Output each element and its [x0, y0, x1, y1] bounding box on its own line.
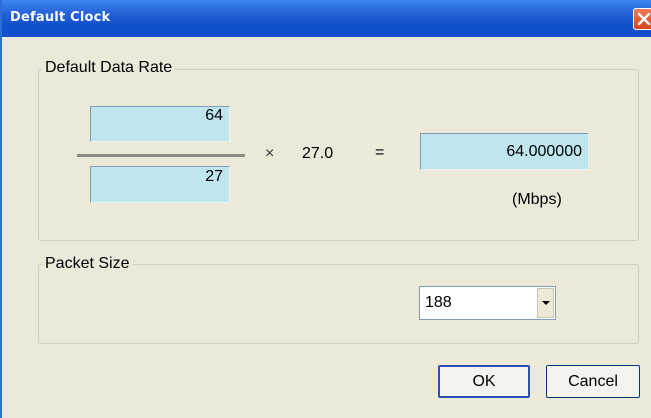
close-button[interactable]: [633, 8, 651, 30]
denominator-value: 27: [205, 168, 223, 185]
title-bar[interactable]: Default Clock: [2, 0, 651, 37]
result-field: 64.000000: [420, 133, 589, 170]
denominator-field[interactable]: 27: [90, 166, 230, 203]
ok-button[interactable]: OK: [438, 365, 530, 398]
equals-sign: =: [375, 144, 385, 161]
packet-size-value: 188: [425, 294, 452, 311]
dialog-window: Default Clock Default Data Rate 64 27 × …: [0, 0, 651, 418]
multiplier-value: 27.0: [302, 145, 334, 162]
window-title: Default Clock: [10, 10, 111, 25]
close-icon: [637, 12, 651, 26]
result-value: 64.000000: [506, 143, 582, 160]
default-data-rate-label: Default Data Rate: [42, 59, 176, 77]
unit-label: (Mbps): [512, 191, 562, 208]
packet-size-dropdown-button[interactable]: [537, 288, 554, 318]
multiply-sign: ×: [265, 145, 275, 162]
numerator-value: 64: [205, 107, 223, 124]
chevron-down-icon: [542, 301, 550, 305]
numerator-field[interactable]: 64: [90, 106, 230, 142]
fraction-line: [77, 154, 245, 157]
packet-size-select[interactable]: 188: [419, 286, 556, 320]
packet-size-label: Packet Size: [42, 255, 133, 273]
cancel-button[interactable]: Cancel: [546, 365, 640, 398]
